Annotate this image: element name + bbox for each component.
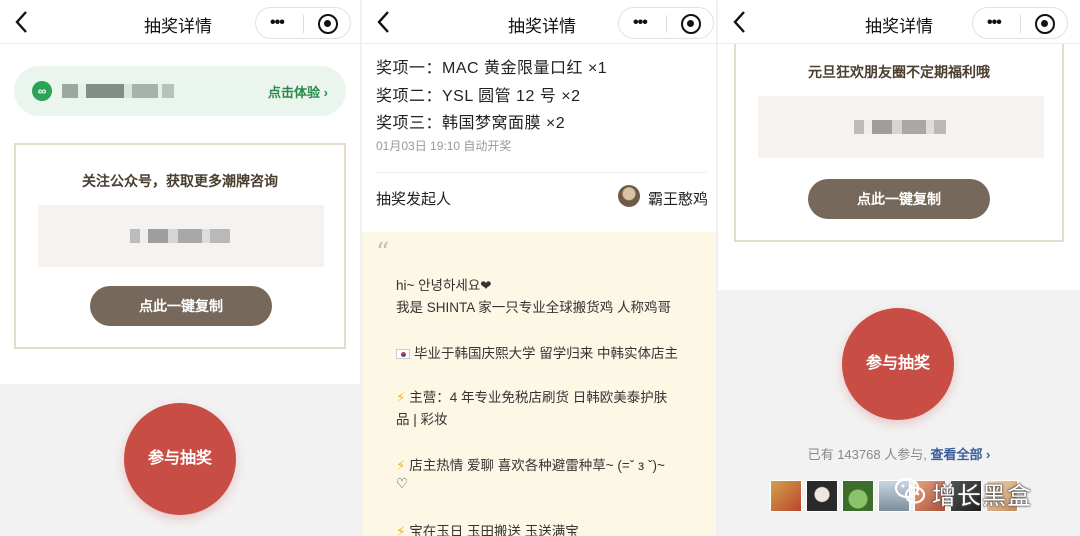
menu-capsule[interactable]: •••	[618, 7, 714, 39]
sponsor-label: 抽奖发起人	[376, 191, 452, 208]
more-icon[interactable]: •••	[633, 14, 648, 32]
korea-flag-icon	[396, 349, 410, 360]
note-line: ♡	[396, 476, 409, 491]
prize-item: 奖项一：MAC 黄金限量口红 ×1	[376, 60, 608, 77]
wechat-moments-card: 元旦狂欢朋友圈不定期福利哦 点此一键复制	[734, 38, 1064, 242]
quote-icon: “	[376, 238, 390, 268]
copy-button[interactable]: 点此一键复制	[90, 286, 272, 326]
screenshot-collage: 抽奖详情 ••• ∞ 点击体验 › 关注公众号，获取更多潮牌咨询 点此一键复制 …	[0, 0, 1080, 536]
lightning-icon: ⚡	[396, 458, 406, 473]
participants-line: 已有 143768 人参与, 查看全部 ›	[718, 444, 1080, 463]
capsule-divider	[303, 15, 304, 33]
avatar	[806, 480, 838, 512]
watermark-text: 增长黑盒	[932, 483, 1032, 510]
wechat-icon	[894, 477, 926, 504]
nav-bar: 抽奖详情 •••	[0, 0, 360, 44]
try-link[interactable]: 点击体验 ›	[268, 82, 328, 101]
account-id-box	[38, 205, 324, 267]
join-lottery-button[interactable]: 参与抽奖	[124, 403, 236, 515]
account-id-box	[758, 96, 1044, 158]
view-all-link[interactable]: 查看全部 ›	[930, 447, 990, 462]
card-title: 关注公众号，获取更多潮牌咨询	[82, 173, 278, 189]
mini-program-icon: ∞	[32, 81, 52, 101]
draw-time: 01月03日 19:10 自动开奖	[376, 139, 512, 153]
menu-capsule[interactable]: •••	[255, 7, 351, 39]
more-icon[interactable]: •••	[270, 14, 285, 32]
note-line: hi~ 안녕하세요❤	[396, 278, 492, 293]
note-text: 店主热情 爱聊 喜欢各种避雷种草~ (=ˇ з ˇ)~	[409, 458, 665, 473]
note-text: 宝在玉日 玉田搬送 玉送满宝	[405, 524, 579, 536]
panel-lottery-details-2: 抽奖详情 ••• 奖项一：MAC 黄金限量口红 ×1 奖项二：YSL 圆管 12…	[362, 0, 716, 536]
capsule-divider	[666, 15, 667, 33]
join-lottery-button[interactable]: 参与抽奖	[842, 308, 954, 420]
avatar	[770, 480, 802, 512]
prize-item: 奖项二：YSL 圆管 12 号 ×2	[376, 88, 581, 105]
close-miniprogram-icon[interactable]	[681, 14, 701, 34]
mini-program-banner[interactable]: ∞ 点击体验 ›	[14, 66, 346, 116]
divider	[376, 172, 706, 173]
description-note: “ hi~ 안녕하세요❤ 我是 SHINTA 家一只专业全球搬货鸡 人称鸡哥 毕…	[362, 232, 716, 536]
note-line: 品 | 彩妆	[396, 412, 448, 427]
page-title: 抽奖详情	[508, 17, 576, 36]
note-line: ⚡ 宝在玉日 玉田搬送 玉送满宝	[396, 520, 708, 536]
sponsor-name[interactable]: 霸王憨鸡	[648, 188, 708, 209]
note-line: ⚡ 主营：4 年专业免税店刷货 日韩欧美泰护肤	[396, 386, 708, 406]
panel-lottery-details-3: 元旦狂欢朋友圈不定期福利哦 点此一键复制 抽奖详情 ••• 参与抽奖 已有 14…	[718, 0, 1080, 536]
page-title: 抽奖详情	[865, 17, 933, 36]
card-title: 元旦狂欢朋友圈不定期福利哦	[808, 64, 990, 80]
back-icon[interactable]	[372, 8, 396, 36]
blurred-account-id	[130, 229, 230, 243]
avatar	[842, 480, 874, 512]
copy-button[interactable]: 点此一键复制	[808, 179, 990, 219]
participant-count: 已有 143768 人参与,	[807, 447, 927, 462]
panel-lottery-details-1: 抽奖详情 ••• ∞ 点击体验 › 关注公众号，获取更多潮牌咨询 点此一键复制 …	[0, 0, 360, 536]
back-icon[interactable]	[728, 8, 752, 36]
menu-capsule[interactable]: •••	[972, 7, 1068, 39]
lightning-icon: ⚡	[396, 390, 406, 405]
note-line: ⚡ 店主热情 爱聊 喜欢各种避雷种草~ (=ˇ з ˇ)~	[396, 454, 708, 474]
prize-item: 奖项三：韩国梦窝面膜 ×2	[376, 115, 566, 132]
page-title: 抽奖详情	[144, 17, 212, 36]
capsule-divider	[1020, 15, 1021, 33]
nav-bar: 抽奖详情 •••	[362, 0, 716, 44]
close-miniprogram-icon[interactable]	[1035, 14, 1055, 34]
note-text: 毕业于韩国庆熙大学 留学归来 中韩实体店主	[414, 346, 679, 361]
note-line: 毕业于韩国庆熙大学 留学归来 中韩实体店主	[396, 342, 708, 362]
blurred-name	[62, 84, 174, 98]
close-miniprogram-icon[interactable]	[318, 14, 338, 34]
sponsor-avatar[interactable]	[618, 185, 640, 207]
nav-bar: 抽奖详情 •••	[718, 0, 1080, 44]
follow-account-card: 关注公众号，获取更多潮牌咨询 点此一键复制	[14, 143, 346, 349]
note-line: 我是 SHINTA 家一只专业全球搬货鸡 人称鸡哥	[396, 300, 672, 315]
note-text: 主营：4 年专业免税店刷货 日韩欧美泰护肤	[409, 390, 668, 405]
blurred-account-id	[854, 120, 946, 134]
back-icon[interactable]	[10, 8, 34, 36]
more-icon[interactable]: •••	[987, 14, 1002, 32]
